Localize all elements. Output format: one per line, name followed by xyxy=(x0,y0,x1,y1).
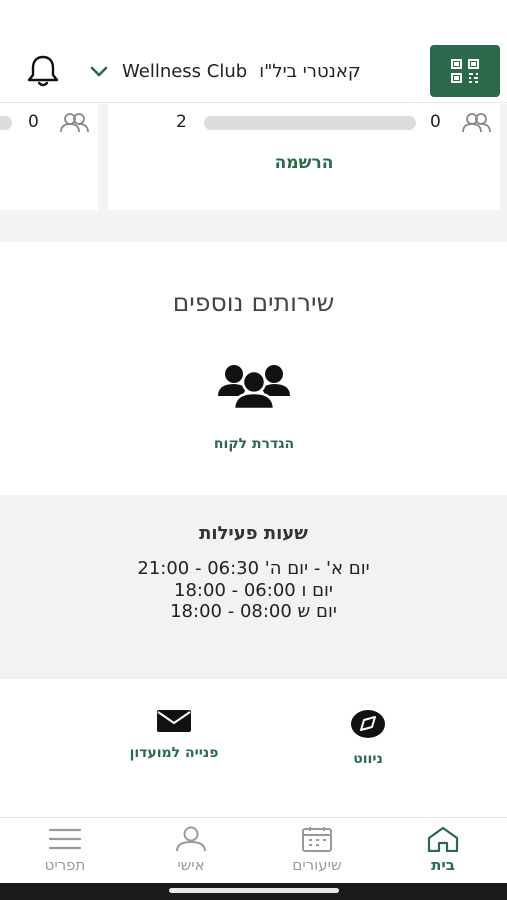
hours-line: יום ו 06:00 - 18:00 xyxy=(174,580,333,601)
register-button[interactable]: הרשמה xyxy=(216,150,392,176)
qr-code-icon xyxy=(451,59,479,83)
system-bar xyxy=(0,883,507,900)
additional-services-section: שירותים נוספים הגדרת לקוח xyxy=(0,242,507,495)
group-users-icon[interactable] xyxy=(216,362,292,410)
envelope-icon xyxy=(157,710,191,732)
quick-actions: פנייה למועדון ניווט xyxy=(0,679,507,817)
compass-icon xyxy=(351,710,385,738)
hours-line: יום א' - יום ה' 06:30 - 21:00 xyxy=(137,558,370,579)
bottom-navigation: תפריט אישי שיעורים בית xyxy=(0,817,507,883)
contact-club-button[interactable]: פנייה למועדון xyxy=(112,709,236,773)
nav-classes[interactable]: שיעורים xyxy=(272,826,362,884)
club-name: Wellness Club xyxy=(122,60,248,82)
registered-count: 0 xyxy=(28,112,39,132)
capacity-bar xyxy=(204,116,416,130)
app-screen: Wellness Club קאנטרי ביל"ו 0 2 0 הרשמה ש… xyxy=(0,0,507,900)
nav-home-label: בית xyxy=(431,856,455,874)
navigation-button[interactable]: ניווט xyxy=(318,709,418,773)
home-indicator[interactable] xyxy=(169,888,339,893)
home-icon xyxy=(427,826,459,852)
calendar-icon xyxy=(302,827,332,852)
class-card-partial[interactable]: 0 xyxy=(0,104,98,210)
club-location: קאנטרי ביל"ו xyxy=(259,60,361,82)
top-header: Wellness Club קאנטרי ביל"ו xyxy=(0,0,507,103)
registered-count: 0 xyxy=(430,112,441,132)
hours-line: יום ש 08:00 - 18:00 xyxy=(170,601,337,622)
customer-settings-link[interactable]: הגדרת לקוח xyxy=(154,436,354,452)
hamburger-menu-icon xyxy=(48,828,82,850)
user-icon xyxy=(176,826,206,852)
nav-personal[interactable]: אישי xyxy=(146,826,236,884)
navigation-label: ניווט xyxy=(353,751,383,767)
nav-menu-label: תפריט xyxy=(44,856,86,874)
bell-icon[interactable] xyxy=(24,53,62,89)
classes-cards-strip: 0 2 0 הרשמה xyxy=(0,104,507,242)
hours-title: שעות פעילות xyxy=(199,523,308,544)
qr-scan-button[interactable] xyxy=(430,45,500,97)
capacity-bar xyxy=(0,116,12,130)
services-title: שירותים נוספים xyxy=(172,288,335,317)
waitlist-count: 2 xyxy=(176,112,187,132)
contact-club-label: פנייה למועדון xyxy=(129,745,219,761)
nav-menu[interactable]: תפריט xyxy=(20,826,110,884)
opening-hours-section: שעות פעילות יום א' - יום ה' 06:30 - 21:0… xyxy=(0,495,507,679)
chevron-down-icon xyxy=(90,66,108,77)
people-icon xyxy=(462,113,491,133)
class-card[interactable]: 2 0 הרשמה xyxy=(108,104,500,210)
nav-classes-label: שיעורים xyxy=(292,856,342,874)
club-selector[interactable]: Wellness Club קאנטרי ביל"ו xyxy=(88,56,361,86)
nav-home[interactable]: בית xyxy=(398,826,488,884)
nav-personal-label: אישי xyxy=(177,856,205,874)
people-icon xyxy=(60,113,89,133)
